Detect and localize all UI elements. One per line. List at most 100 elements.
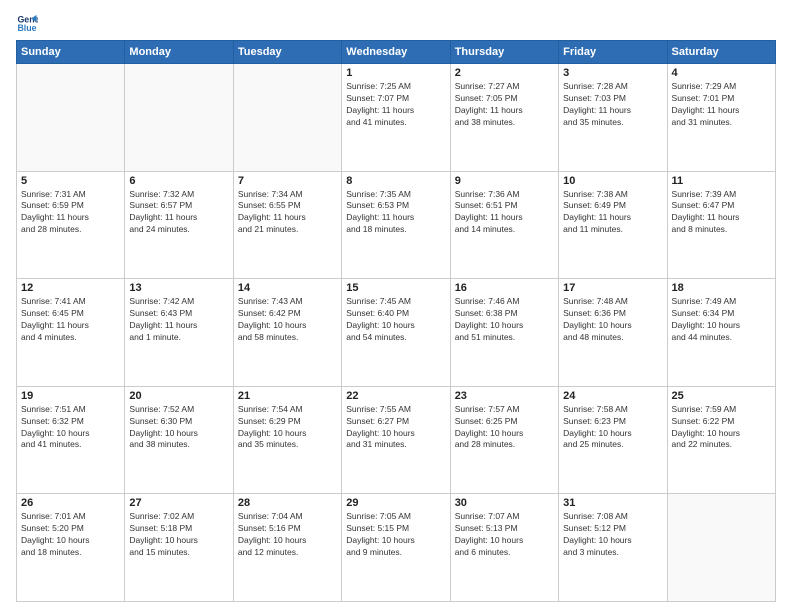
day-info: Sunrise: 7:45 AM Sunset: 6:40 PM Dayligh… <box>346 296 445 344</box>
day-number: 26 <box>21 497 120 509</box>
weekday-header-saturday: Saturday <box>667 41 775 64</box>
weekday-header-wednesday: Wednesday <box>342 41 450 64</box>
day-info: Sunrise: 7:51 AM Sunset: 6:32 PM Dayligh… <box>21 404 120 452</box>
day-number: 15 <box>346 282 445 294</box>
calendar-cell: 6Sunrise: 7:32 AM Sunset: 6:57 PM Daylig… <box>125 171 233 279</box>
day-info: Sunrise: 7:02 AM Sunset: 5:18 PM Dayligh… <box>129 511 228 559</box>
calendar-cell <box>233 64 341 172</box>
day-info: Sunrise: 7:28 AM Sunset: 7:03 PM Dayligh… <box>563 81 662 129</box>
calendar-cell: 28 Sunrise: 7:04 AM Sunset: 5:16 PM Dayli… <box>233 494 341 602</box>
calendar-cell: 15 Sunrise: 7:45 AM Sunset: 6:40 PM Dayli… <box>342 279 450 387</box>
day-number: 20 <box>129 390 228 402</box>
day-number: 31 <box>563 497 662 509</box>
day-info: Sunrise: 7:32 AM Sunset: 6:57 PM Dayligh… <box>129 189 228 237</box>
day-number: 19 <box>21 390 120 402</box>
day-info: Sunrise: 7:41 AM Sunset: 6:45 PM Dayligh… <box>21 296 120 344</box>
calendar-cell: 23 Sunrise: 7:57 AM Sunset: 6:25 PM Dayli… <box>450 386 558 494</box>
calendar-cell: 3 Sunrise: 7:28 AM Sunset: 7:03 PM Daylig… <box>559 64 667 172</box>
day-number: 13 <box>129 282 228 294</box>
day-number: 24 <box>563 390 662 402</box>
calendar-cell <box>125 64 233 172</box>
day-info: Sunrise: 7:36 AM Sunset: 6:51 PM Dayligh… <box>455 189 554 237</box>
day-number: 1 <box>346 67 445 79</box>
day-info: Sunrise: 7:25 AM Sunset: 7:07 PM Dayligh… <box>346 81 445 129</box>
calendar-cell: 4 Sunrise: 7:29 AM Sunset: 7:01 PM Daylig… <box>667 64 775 172</box>
day-info: Sunrise: 7:43 AM Sunset: 6:42 PM Dayligh… <box>238 296 337 344</box>
day-number: 14 <box>238 282 337 294</box>
day-number: 22 <box>346 390 445 402</box>
day-info: Sunrise: 7:46 AM Sunset: 6:38 PM Dayligh… <box>455 296 554 344</box>
day-number: 18 <box>672 282 771 294</box>
day-info: Sunrise: 7:48 AM Sunset: 6:36 PM Dayligh… <box>563 296 662 344</box>
calendar-cell: 22Sunrise: 7:55 AM Sunset: 6:27 PM Dayli… <box>342 386 450 494</box>
calendar-cell: 17Sunrise: 7:48 AM Sunset: 6:36 PM Dayli… <box>559 279 667 387</box>
week-row-4: 19 Sunrise: 7:51 AM Sunset: 6:32 PM Dayli… <box>17 386 776 494</box>
day-number: 28 <box>238 497 337 509</box>
day-info: Sunrise: 7:58 AM Sunset: 6:23 PM Dayligh… <box>563 404 662 452</box>
calendar-cell: 26 Sunrise: 7:01 AM Sunset: 5:20 PM Dayli… <box>17 494 125 602</box>
calendar-header-row: SundayMondayTuesdayWednesdayThursdayFrid… <box>17 41 776 64</box>
calendar-cell: 19 Sunrise: 7:51 AM Sunset: 6:32 PM Dayli… <box>17 386 125 494</box>
day-info: Sunrise: 7:05 AM Sunset: 5:15 PM Dayligh… <box>346 511 445 559</box>
calendar-cell: 1 Sunrise: 7:25 AM Sunset: 7:07 PM Daylig… <box>342 64 450 172</box>
day-number: 7 <box>238 175 337 187</box>
week-row-5: 26 Sunrise: 7:01 AM Sunset: 5:20 PM Dayli… <box>17 494 776 602</box>
day-info: Sunrise: 7:27 AM Sunset: 7:05 PM Dayligh… <box>455 81 554 129</box>
week-row-1: 1 Sunrise: 7:25 AM Sunset: 7:07 PM Daylig… <box>17 64 776 172</box>
weekday-header-friday: Friday <box>559 41 667 64</box>
page: General Blue SundayMondayTuesdayWednesda… <box>0 0 792 612</box>
day-info: Sunrise: 7:59 AM Sunset: 6:22 PM Dayligh… <box>672 404 771 452</box>
calendar-cell: 14 Sunrise: 7:43 AM Sunset: 6:42 PM Dayli… <box>233 279 341 387</box>
day-number: 23 <box>455 390 554 402</box>
weekday-header-thursday: Thursday <box>450 41 558 64</box>
weekday-header-monday: Monday <box>125 41 233 64</box>
day-info: Sunrise: 7:57 AM Sunset: 6:25 PM Dayligh… <box>455 404 554 452</box>
day-info: Sunrise: 7:29 AM Sunset: 7:01 PM Dayligh… <box>672 81 771 129</box>
day-number: 2 <box>455 67 554 79</box>
day-number: 11 <box>672 175 771 187</box>
day-info: Sunrise: 7:49 AM Sunset: 6:34 PM Dayligh… <box>672 296 771 344</box>
calendar-cell: 27 Sunrise: 7:02 AM Sunset: 5:18 PM Dayli… <box>125 494 233 602</box>
weekday-header-tuesday: Tuesday <box>233 41 341 64</box>
day-info: Sunrise: 7:08 AM Sunset: 5:12 PM Dayligh… <box>563 511 662 559</box>
day-number: 3 <box>563 67 662 79</box>
day-number: 29 <box>346 497 445 509</box>
calendar-cell: 30 Sunrise: 7:07 AM Sunset: 5:13 PM Dayli… <box>450 494 558 602</box>
day-number: 5 <box>21 175 120 187</box>
day-info: Sunrise: 7:52 AM Sunset: 6:30 PM Dayligh… <box>129 404 228 452</box>
calendar-cell <box>667 494 775 602</box>
logo-icon: General Blue <box>16 12 38 34</box>
header: General Blue <box>16 12 776 34</box>
week-row-3: 12 Sunrise: 7:41 AM Sunset: 6:45 PM Dayli… <box>17 279 776 387</box>
calendar-cell: 2 Sunrise: 7:27 AM Sunset: 7:05 PM Daylig… <box>450 64 558 172</box>
day-number: 10 <box>563 175 662 187</box>
calendar-cell: 31 Sunrise: 7:08 AM Sunset: 5:12 PM Dayli… <box>559 494 667 602</box>
calendar-cell: 21Sunrise: 7:54 AM Sunset: 6:29 PM Dayli… <box>233 386 341 494</box>
day-number: 12 <box>21 282 120 294</box>
day-info: Sunrise: 7:42 AM Sunset: 6:43 PM Dayligh… <box>129 296 228 344</box>
calendar-cell: 9 Sunrise: 7:36 AM Sunset: 6:51 PM Daylig… <box>450 171 558 279</box>
day-number: 4 <box>672 67 771 79</box>
calendar-cell: 12 Sunrise: 7:41 AM Sunset: 6:45 PM Dayli… <box>17 279 125 387</box>
day-number: 21 <box>238 390 337 402</box>
weekday-header-sunday: Sunday <box>17 41 125 64</box>
day-info: Sunrise: 7:07 AM Sunset: 5:13 PM Dayligh… <box>455 511 554 559</box>
day-info: Sunrise: 7:01 AM Sunset: 5:20 PM Dayligh… <box>21 511 120 559</box>
calendar-cell: 16Sunrise: 7:46 AM Sunset: 6:38 PM Dayli… <box>450 279 558 387</box>
calendar-cell: 5 Sunrise: 7:31 AM Sunset: 6:59 PM Daylig… <box>17 171 125 279</box>
day-info: Sunrise: 7:35 AM Sunset: 6:53 PM Dayligh… <box>346 189 445 237</box>
day-number: 9 <box>455 175 554 187</box>
day-info: Sunrise: 7:34 AM Sunset: 6:55 PM Dayligh… <box>238 189 337 237</box>
calendar-cell: 18 Sunrise: 7:49 AM Sunset: 6:34 PM Dayli… <box>667 279 775 387</box>
week-row-2: 5 Sunrise: 7:31 AM Sunset: 6:59 PM Daylig… <box>17 171 776 279</box>
day-number: 30 <box>455 497 554 509</box>
calendar-cell: 13 Sunrise: 7:42 AM Sunset: 6:43 PM Dayli… <box>125 279 233 387</box>
calendar-cell: 24 Sunrise: 7:58 AM Sunset: 6:23 PM Dayli… <box>559 386 667 494</box>
day-number: 27 <box>129 497 228 509</box>
day-number: 25 <box>672 390 771 402</box>
day-info: Sunrise: 7:04 AM Sunset: 5:16 PM Dayligh… <box>238 511 337 559</box>
calendar-cell: 20 Sunrise: 7:52 AM Sunset: 6:30 PM Dayli… <box>125 386 233 494</box>
calendar-cell: 11Sunrise: 7:39 AM Sunset: 6:47 PM Dayli… <box>667 171 775 279</box>
calendar-cell <box>17 64 125 172</box>
day-info: Sunrise: 7:31 AM Sunset: 6:59 PM Dayligh… <box>21 189 120 237</box>
